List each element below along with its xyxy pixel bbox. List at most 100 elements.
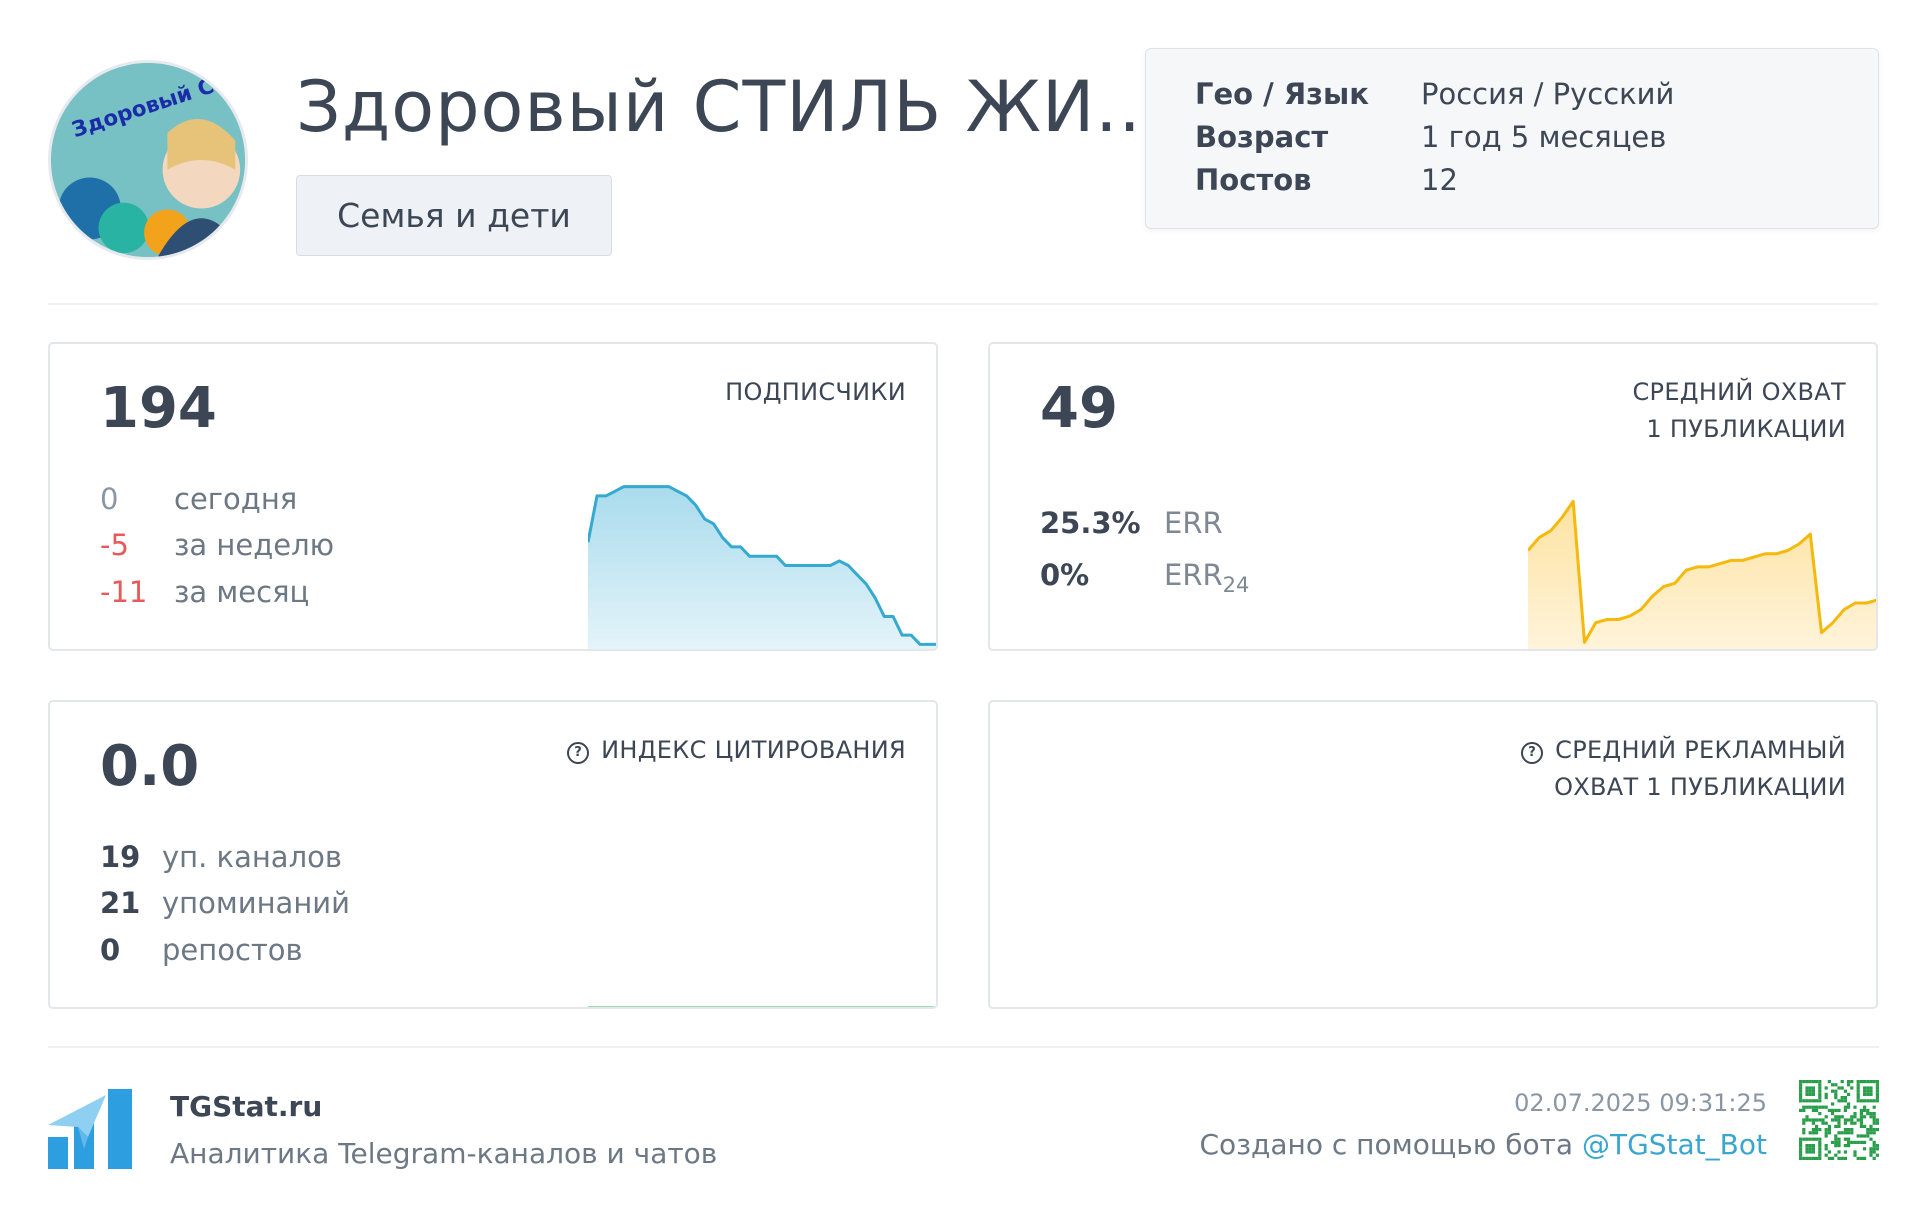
qr-module [1875, 1086, 1879, 1090]
qr-module [1853, 1112, 1857, 1116]
qr-module [1847, 1092, 1851, 1096]
qr-module [1808, 1092, 1812, 1096]
info-key: Постов [1195, 163, 1312, 197]
qr-module [1824, 1121, 1828, 1125]
help-icon[interactable]: ? [567, 742, 590, 764]
qr-module [1831, 1140, 1835, 1144]
citation-number: 21 [100, 886, 141, 920]
qr-module [1869, 1153, 1873, 1157]
qr-module [1808, 1089, 1812, 1093]
qr-module [1815, 1105, 1819, 1109]
citation-reposts: 0 репостов [100, 933, 303, 967]
qr-module [1859, 1080, 1863, 1084]
citation-row-label: упоминаний [162, 886, 350, 920]
qr-module [1834, 1140, 1838, 1144]
qr-module [1808, 1118, 1812, 1122]
qr-module [1872, 1118, 1876, 1122]
qr-module [1875, 1128, 1879, 1132]
qr-module [1827, 1080, 1831, 1084]
qr-module [1850, 1118, 1854, 1122]
qr-module [1863, 1108, 1867, 1112]
qr-module [1827, 1108, 1831, 1112]
qr-module [1869, 1089, 1873, 1093]
qr-module [1869, 1124, 1873, 1128]
qr-module [1859, 1099, 1863, 1103]
qr-module [1811, 1092, 1815, 1096]
qr-module [1853, 1115, 1857, 1119]
qr-module [1843, 1144, 1847, 1148]
qr-module [1875, 1096, 1879, 1100]
qr-module [1866, 1128, 1870, 1132]
qr-module [1834, 1108, 1838, 1112]
qr-module [1859, 1124, 1863, 1128]
reach-value: 49 [1040, 376, 1118, 441]
qr-module [1837, 1150, 1841, 1154]
citation-number: 0 [100, 933, 121, 967]
qr-module [1805, 1105, 1809, 1109]
qr-module [1872, 1150, 1876, 1154]
qr-module [1834, 1124, 1838, 1128]
qr-module [1843, 1128, 1847, 1132]
qr-module [1875, 1089, 1879, 1093]
qr-module [1863, 1089, 1867, 1093]
qr-code-icon[interactable] [1799, 1080, 1879, 1160]
qr-module [1824, 1153, 1828, 1157]
qr-module [1818, 1096, 1822, 1100]
citation-sparkline [588, 1006, 936, 1007]
qr-module [1875, 1118, 1879, 1122]
qr-module [1805, 1086, 1809, 1090]
qr-module [1840, 1086, 1844, 1090]
subscribers-month: -11 за месяц [100, 575, 309, 609]
ad-reach-label: ? СРЕДНИЙ РЕКЛАМНЫЙ ОХВАТ 1 ПУБЛИКАЦИИ [1521, 732, 1846, 806]
qr-module [1824, 1128, 1828, 1132]
qr-module [1815, 1156, 1819, 1160]
qr-module [1799, 1144, 1803, 1148]
info-key: Возраст [1195, 120, 1329, 154]
info-value: Россия / Русский [1421, 77, 1675, 111]
reach-sparkline [1528, 499, 1876, 649]
qr-module [1847, 1105, 1851, 1109]
qr-module [1850, 1140, 1854, 1144]
citation-label-text: ИНДЕКС ЦИТИРОВАНИЯ [601, 736, 906, 764]
qr-module [1859, 1156, 1863, 1160]
citation-number: 19 [100, 840, 141, 874]
help-icon[interactable]: ? [1521, 742, 1544, 764]
qr-module [1815, 1080, 1819, 1084]
qr-module [1866, 1112, 1870, 1116]
qr-module [1850, 1086, 1854, 1090]
category-button[interactable]: Семья и дети [296, 175, 612, 256]
delta-label: за месяц [174, 575, 310, 609]
ad-reach-label-line2: ОХВАТ 1 ПУБЛИКАЦИИ [1554, 773, 1846, 801]
citation-row-label: репостов [162, 933, 303, 967]
qr-module [1827, 1131, 1831, 1135]
subscribers-today: 0 сегодня [100, 482, 297, 516]
ad-reach-card: ? СРЕДНИЙ РЕКЛАМНЫЙ ОХВАТ 1 ПУБЛИКАЦИИ [988, 700, 1878, 1009]
footer-brand[interactable]: TGStat.ru [170, 1090, 322, 1123]
qr-module [1818, 1086, 1822, 1090]
qr-module [1811, 1105, 1815, 1109]
qr-module [1863, 1086, 1867, 1090]
bot-link[interactable]: @TGStat_Bot [1582, 1128, 1767, 1161]
qr-module [1799, 1137, 1803, 1141]
qr-module [1818, 1080, 1822, 1084]
qr-module [1824, 1115, 1828, 1119]
qr-module [1805, 1115, 1809, 1119]
qr-module [1834, 1118, 1838, 1122]
info-row-age: Возраст 1 год 5 месяцев [1195, 120, 1666, 154]
qr-module [1808, 1099, 1812, 1103]
channel-avatar: Здоровый СТИЛЬ ЖИЗНИ [48, 60, 248, 260]
qr-module [1827, 1124, 1831, 1128]
err24-label-text: ERR [1164, 558, 1223, 592]
err24-label: ERR24 [1164, 558, 1249, 597]
qr-module [1805, 1099, 1809, 1103]
qr-module [1875, 1083, 1879, 1087]
qr-module [1866, 1099, 1870, 1103]
tgstat-logo-icon [48, 1089, 132, 1169]
qr-module [1821, 1121, 1825, 1125]
citation-mentions: 21 упоминаний [100, 886, 350, 920]
qr-module [1802, 1108, 1806, 1112]
qr-module [1805, 1156, 1809, 1160]
qr-module [1815, 1108, 1819, 1112]
qr-module [1799, 1086, 1803, 1090]
qr-module [1799, 1083, 1803, 1087]
